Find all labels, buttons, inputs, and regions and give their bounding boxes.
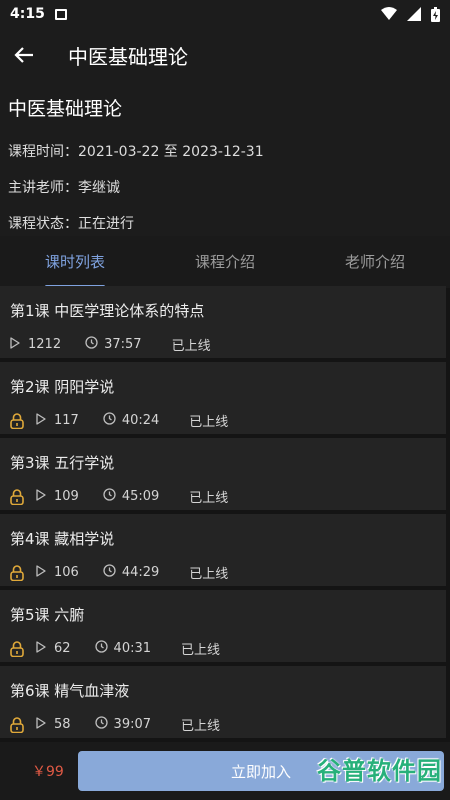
lesson-duration: 40:31: [113, 641, 152, 656]
lesson-item[interactable]: 第1课 中医学理论体系的特点 1212 37:57 已上线: [0, 286, 446, 358]
clock-icon: [85, 336, 98, 353]
play-count: 106: [54, 565, 79, 580]
lock-icon: [10, 488, 24, 505]
lesson-status: 已上线: [189, 567, 229, 582]
lesson-list: 第1课 中医学理论体系的特点 1212 37:57 已上线 第2课 阴阳学说 117 40:…: [0, 286, 450, 742]
lesson-duration: 44:29: [121, 565, 160, 580]
lesson-duration: 37:57: [104, 337, 142, 352]
wifi-icon: [381, 7, 397, 20]
lesson-meta: 106 44:29 已上线: [10, 563, 436, 582]
status-time: 4:15: [10, 6, 45, 22]
tab-bar: 课时列表 课程介绍 老师介绍: [0, 236, 450, 288]
course-time-row: 课程时间：2021-03-22 至 2023-12-31: [8, 141, 442, 161]
play-count-icon: [36, 716, 46, 733]
course-status-value: 正在进行: [78, 216, 134, 232]
course-status-row: 课程状态：正在进行: [8, 213, 442, 233]
course-name: 中医基础理论: [8, 98, 123, 120]
clock-icon: [94, 640, 108, 657]
price-label: ￥99: [32, 764, 64, 780]
play-count-icon: [36, 412, 46, 429]
course-time-label: 课程时间：: [8, 144, 78, 160]
lesson-status: 已上线: [189, 415, 229, 430]
course-time-value: 2021-03-22 至 2023-12-31: [78, 144, 264, 160]
clock-icon: [94, 716, 108, 733]
arrow-left-icon: [14, 47, 33, 63]
tab-course-intro[interactable]: 课程介绍: [150, 236, 300, 288]
play-count-icon: [36, 488, 46, 505]
play-count-icon: [36, 564, 46, 581]
course-teacher-label: 主讲老师：: [8, 180, 78, 196]
lesson-item[interactable]: 第5课 六腑 62 40:31 已上线: [0, 590, 446, 662]
lesson-item[interactable]: 第6课 精气血津液 58 39:07 已上线: [0, 666, 446, 738]
play-count-icon: [36, 640, 46, 657]
lesson-title: 第6课 精气血津液: [10, 682, 130, 700]
course-info: 中医基础理论 课程时间：2021-03-22 至 2023-12-31 主讲老师…: [0, 82, 450, 236]
lesson-title: 第5课 六腑: [10, 606, 85, 624]
lesson-duration: 45:09: [121, 489, 160, 504]
play-count: 58: [54, 717, 71, 732]
play-count: 109: [54, 489, 79, 504]
signal-icon: [407, 7, 421, 21]
page-title: 中医基础理论: [68, 44, 188, 69]
lesson-status: 已上线: [181, 719, 221, 734]
lesson-meta: 117 40:24 已上线: [10, 411, 436, 430]
battery-icon: [431, 6, 440, 22]
lesson-meta: 109 45:09 已上线: [10, 487, 436, 506]
status-bar: 4:15: [0, 0, 450, 28]
lock-icon: [10, 412, 24, 429]
lesson-item[interactable]: 第4课 藏相学说 106 44:29 已上线: [0, 514, 446, 586]
play-count-icon: [10, 336, 20, 353]
lesson-duration: 40:24: [121, 413, 160, 428]
course-teacher-row: 主讲老师：李继诚: [8, 177, 442, 197]
course-status-label: 课程状态：: [8, 216, 78, 232]
app-bar: 中医基础理论: [0, 28, 450, 82]
back-button[interactable]: [12, 43, 36, 67]
lesson-item[interactable]: 第3课 五行学说 109 45:09 已上线: [0, 438, 446, 510]
watermark-logo: 谷普软件园: [317, 757, 442, 785]
lock-icon: [10, 564, 24, 581]
lesson-status: 已上线: [181, 643, 221, 658]
lock-icon: [10, 716, 24, 733]
lesson-item[interactable]: 第2课 阴阳学说 117 40:24 已上线: [0, 362, 446, 434]
lesson-meta: 62 40:31 已上线: [10, 639, 436, 658]
lesson-title: 第1课 中医学理论体系的特点: [10, 302, 205, 320]
lesson-status: 已上线: [189, 491, 229, 506]
lesson-title: 第4课 藏相学说: [10, 530, 115, 548]
course-teacher-value: 李继诚: [78, 180, 120, 196]
tab-teacher-intro[interactable]: 老师介绍: [300, 236, 450, 288]
lock-icon: [10, 640, 24, 657]
lesson-title: 第2课 阴阳学说: [10, 378, 115, 396]
tab-lesson-list[interactable]: 课时列表: [0, 236, 150, 288]
play-count: 62: [54, 641, 71, 656]
play-count: 117: [54, 413, 79, 428]
clock-icon: [103, 488, 116, 505]
image-notification-icon: [54, 8, 67, 20]
lesson-meta: 1212 37:57 已上线: [10, 335, 436, 354]
clock-icon: [103, 412, 116, 429]
clock-icon: [103, 564, 116, 581]
lesson-meta: 58 39:07 已上线: [10, 715, 436, 734]
lesson-status: 已上线: [171, 339, 211, 354]
play-count: 1212: [28, 337, 62, 352]
lesson-title: 第3课 五行学说: [10, 454, 115, 472]
lesson-duration: 39:07: [113, 717, 152, 732]
